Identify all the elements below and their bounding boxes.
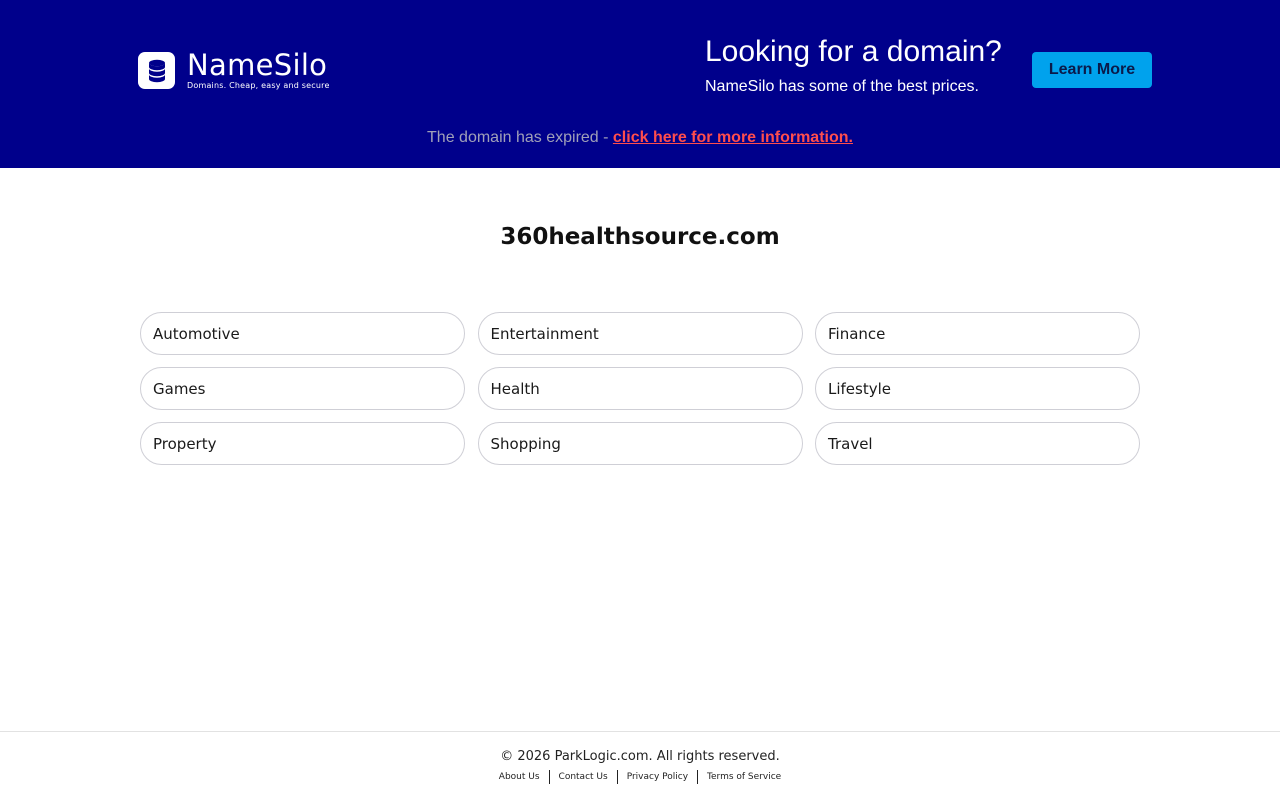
logo-name: NameSilo — [187, 48, 328, 82]
category-entertainment[interactable]: Entertainment — [477, 312, 803, 355]
logo-text: NameSilo Domains. Cheap, easy and secure — [187, 48, 330, 91]
category-games[interactable]: Games — [140, 367, 465, 410]
promo-headline: Looking for a domain? — [705, 35, 1002, 68]
expired-notice: The domain has expired - click here for … — [0, 128, 1280, 148]
category-lifestyle[interactable]: Lifestyle — [815, 367, 1140, 410]
namesilo-logo[interactable]: NameSilo Domains. Cheap, easy and secure — [138, 51, 330, 90]
category-property[interactable]: Property — [140, 422, 465, 465]
footer-link-about[interactable]: About Us — [499, 772, 540, 782]
category-travel[interactable]: Travel — [815, 422, 1140, 465]
promo-banner: NameSilo Domains. Cheap, easy and secure… — [0, 0, 1280, 168]
logo-tagline: Domains. Cheap, easy and secure — [187, 81, 330, 90]
database-icon — [138, 52, 175, 89]
footer-divider — [616, 770, 618, 784]
footer-divider — [697, 770, 699, 784]
footer-link-contact[interactable]: Contact Us — [559, 772, 608, 782]
domain-title: 360healthsource.com — [500, 224, 780, 250]
category-finance[interactable]: Finance — [815, 312, 1140, 355]
footer-links: About Us Contact Us Privacy Policy Terms… — [0, 770, 1280, 784]
expired-text: The domain has expired - — [427, 129, 613, 146]
footer: © 2026 ParkLogic.com. All rights reserve… — [0, 731, 1280, 801]
category-grid: Automotive Entertainment Finance Games H… — [140, 312, 1140, 465]
footer-link-privacy[interactable]: Privacy Policy — [627, 772, 688, 782]
promo-subheadline: NameSilo has some of the best prices. — [705, 78, 979, 95]
learn-more-button[interactable]: Learn More — [1032, 52, 1152, 88]
footer-link-terms[interactable]: Terms of Service — [707, 772, 781, 782]
category-automotive[interactable]: Automotive — [140, 312, 465, 355]
category-shopping[interactable]: Shopping — [477, 422, 803, 465]
footer-divider — [548, 770, 550, 784]
category-health[interactable]: Health — [477, 367, 803, 410]
copyright-text: © 2026 ParkLogic.com. All rights reserve… — [500, 749, 780, 764]
more-info-link[interactable]: click here for more information. — [613, 129, 853, 146]
